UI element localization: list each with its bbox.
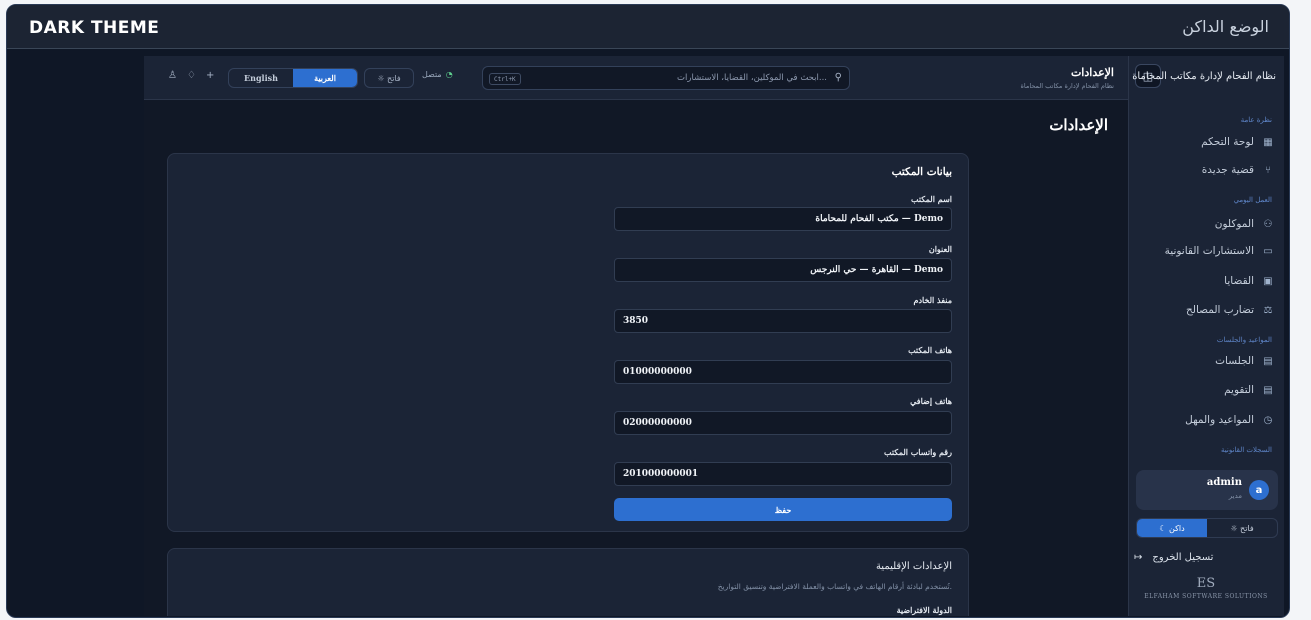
sidebar-item-sessions[interactable]: ▤ الجلسات [1140, 349, 1276, 373]
topbar-title: الإعدادات [1070, 66, 1114, 79]
server-port-value: 3850 [623, 316, 649, 326]
search-shortcut: Ctrl+K [489, 73, 521, 85]
office-name-field[interactable]: مكتب الفحام للمحاماة — Demo [614, 207, 952, 231]
search-icon: ⚲ [834, 72, 842, 83]
sidebar-item-label: لوحة التحكم [1201, 136, 1254, 148]
sidebar-item-label: المواعيد والمهل [1185, 414, 1254, 426]
extra-phone-field[interactable]: 02000000000 [614, 411, 952, 435]
language-switcher[interactable]: English العربية [228, 68, 358, 88]
connection-status: متصل ◔ [422, 70, 453, 79]
whatsapp-label: رقم واتساب المكتب [884, 447, 952, 457]
extra-phone-value: 02000000000 [623, 418, 692, 428]
briefcase-icon: ▣ [1263, 275, 1273, 287]
user-role: مدير [1228, 492, 1242, 500]
plus-icon[interactable]: + [206, 70, 214, 81]
search-placeholder: ابحث في الموكلين، القضايا، الاستشارات... [677, 73, 827, 83]
sidebar-item-cases[interactable]: ▣ القضايا [1140, 269, 1276, 293]
address-field[interactable]: القاهرة — حي النرجس — Demo [614, 258, 952, 282]
logout-icon: ↦ [1134, 551, 1143, 563]
topbar-icons: ♙ ♢ + [168, 70, 214, 81]
whatsapp-value: 201000000001 [623, 469, 699, 479]
logout-button[interactable]: تسجيل الخروج ↦ [1134, 546, 1276, 568]
wifi-icon: ◔ [445, 70, 453, 79]
company-name: ELFAHAM SOFTWARE SOLUTIONS [1144, 593, 1268, 600]
light-mode-button[interactable]: ☼ فاتح [364, 68, 414, 88]
scale-icon: ⚖ [1263, 304, 1273, 316]
server-port-field[interactable]: 3850 [614, 309, 952, 333]
sidebar-item-deadlines[interactable]: ◷ المواعيد والمهل [1140, 408, 1276, 432]
sidebar-item-new-case[interactable]: ⑂ قضية جديدة [1140, 158, 1276, 182]
search-input[interactable]: ⚲ ابحث في الموكلين، القضايا، الاستشارات.… [482, 66, 850, 90]
sidebar-item-dashboard[interactable]: ▦ لوحة التحكم [1140, 130, 1276, 154]
messages-icon: ▭ [1263, 245, 1273, 257]
sidebar-item-consultations[interactable]: ▭ الاستشارات القانونية [1140, 239, 1276, 263]
office-phone-value: 01000000000 [623, 367, 692, 377]
regional-card-subtitle: تُستخدم لبادئة أرقام الهاتف في واتساب وا… [717, 582, 952, 591]
extra-phone-label: هاتف إضافي [910, 396, 952, 406]
user-icon[interactable]: ♙ [168, 70, 177, 81]
company-footer: ES ELFAHAM SOFTWARE SOLUTIONS [1128, 576, 1284, 600]
brand-name: نظام الفحام لإدارة مكاتب المحاماة [1132, 70, 1276, 82]
sidebar-item-label: القضايا [1224, 275, 1254, 287]
user-card[interactable]: a admin مدير [1136, 470, 1278, 510]
lang-arabic-button[interactable]: العربية [293, 69, 357, 87]
sidebar-item-conflicts[interactable]: ⚖ تضارب المصالح [1140, 298, 1276, 322]
group-label-work: العمل اليومي [1233, 196, 1272, 204]
office-phone-label: هاتف المكتب [908, 345, 952, 355]
grid-icon: ▦ [1263, 136, 1273, 148]
group-label-schedule: المواعيد والجلسات [1216, 336, 1272, 344]
sidebar-item-calendar[interactable]: ▤ التقويم [1140, 378, 1276, 402]
topbar-subtitle: نظام الفحام لإدارة مكاتب المحاماة [1020, 82, 1114, 90]
page-title: الإعدادات [1049, 116, 1108, 134]
office-phone-field[interactable]: 01000000000 [614, 360, 952, 384]
clock-icon: ◷ [1263, 414, 1273, 426]
lang-english-button[interactable]: English [229, 69, 293, 87]
sidebar: ◫ نظام الفحام لإدارة مكاتب المحاماة نظرة… [1128, 56, 1284, 616]
group-label-overview: نظرة عامة [1240, 116, 1272, 124]
sidebar-item-label: الموكلون [1214, 218, 1254, 230]
frame-title-arabic: الوضع الداكن [1182, 17, 1269, 36]
logout-label: تسجيل الخروج [1152, 551, 1214, 563]
calendar-icon: ▤ [1263, 384, 1273, 396]
sidebar-item-label: الجلسات [1215, 355, 1254, 367]
sidebar-item-label: التقويم [1224, 384, 1254, 396]
regional-card-title: الإعدادات الإقليمية [875, 561, 952, 572]
users-icon: ⚇ [1263, 218, 1273, 230]
company-logo: ES [1196, 576, 1216, 591]
user-name: admin [1206, 477, 1242, 488]
frame-header: DARK THEME الوضع الداكن [7, 5, 1289, 49]
regional-settings-card: الإعدادات الإقليمية تُستخدم لبادئة أرقام… [167, 548, 969, 616]
git-branch-icon: ⑂ [1265, 164, 1271, 176]
sidebar-item-label: الاستشارات القانونية [1164, 245, 1254, 257]
save-button[interactable]: حفظ [614, 498, 952, 521]
theme-switcher[interactable]: ☾ داكن ☼ فاتح [1136, 518, 1278, 538]
app-window: الإعدادات نظام الفحام لإدارة مكاتب المحا… [144, 56, 1284, 616]
office-name-label: اسم المكتب [910, 194, 952, 204]
sidebar-item-label: تضارب المصالح [1186, 304, 1254, 316]
bell-icon[interactable]: ♢ [187, 70, 196, 81]
sidebar-item-clients[interactable]: ⚇ الموكلون [1140, 212, 1276, 236]
frame-title: DARK THEME [29, 18, 160, 38]
office-info-card: بيانات المكتب اسم المكتب مكتب الفحام للم… [167, 153, 969, 532]
whatsapp-field[interactable]: 201000000001 [614, 462, 952, 486]
office-card-title: بيانات المكتب [891, 166, 952, 178]
default-country-label: الدولة الافتراضية [896, 605, 952, 615]
address-value: القاهرة — حي النرجس — Demo [810, 265, 943, 275]
status-label: متصل [422, 70, 442, 79]
avatar: a [1249, 480, 1269, 500]
server-port-label: منفذ الخادم [913, 295, 952, 305]
topbar: الإعدادات نظام الفحام لإدارة مكاتب المحا… [144, 56, 1128, 100]
dark-mode-button[interactable]: ☾ داكن [1137, 519, 1207, 537]
address-label: العنوان [928, 244, 952, 254]
sidebar-item-label: قضية جديدة [1201, 164, 1254, 176]
office-name-value: مكتب الفحام للمحاماة — Demo [815, 214, 943, 224]
brand: نظام الفحام لإدارة مكاتب المحاماة [1124, 64, 1276, 88]
calendar-icon: ▤ [1263, 355, 1273, 367]
light-mode-button[interactable]: ☼ فاتح [1207, 519, 1277, 537]
group-label-records: السجلات القانونية [1221, 446, 1272, 454]
